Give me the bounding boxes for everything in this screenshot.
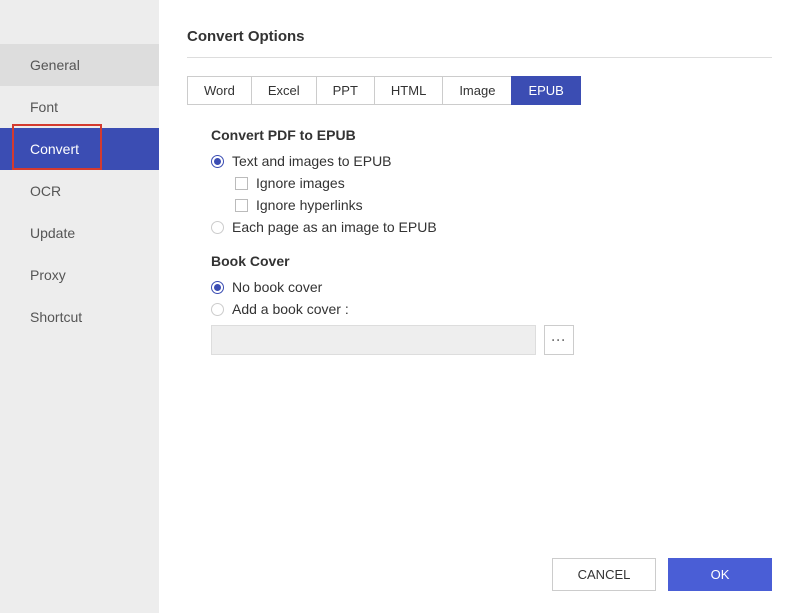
sidebar-item-shortcut[interactable]: Shortcut	[0, 296, 159, 338]
option-label: No book cover	[232, 279, 322, 295]
section-title-cover: Book Cover	[211, 253, 772, 269]
checkbox-icon[interactable]	[235, 199, 248, 212]
option-text-images[interactable]: Text and images to EPUB	[211, 153, 772, 169]
tab-excel[interactable]: Excel	[251, 76, 316, 105]
dialog-footer: CANCEL OK	[552, 558, 772, 591]
option-ignore-hyperlinks[interactable]: Ignore hyperlinks	[235, 197, 772, 213]
cover-path-input[interactable]	[211, 325, 536, 355]
option-label: Each page as an image to EPUB	[232, 219, 437, 235]
sidebar-item-label: Proxy	[30, 267, 66, 283]
checkbox-icon[interactable]	[235, 177, 248, 190]
page-title: Convert Options	[187, 28, 772, 45]
main-panel: Convert Options Word Excel PPT HTML Imag…	[159, 0, 800, 613]
cancel-button[interactable]: CANCEL	[552, 558, 656, 591]
sidebar-item-label: Shortcut	[30, 309, 82, 325]
browse-button[interactable]: ···	[544, 325, 574, 355]
option-label: Ignore hyperlinks	[256, 197, 363, 213]
sidebar-item-label: Update	[30, 225, 75, 241]
sidebar-item-label: Convert	[30, 141, 79, 157]
format-tabs: Word Excel PPT HTML Image EPUB	[187, 76, 772, 105]
tab-image[interactable]: Image	[442, 76, 511, 105]
sidebar-item-ocr[interactable]: OCR	[0, 170, 159, 212]
section-book-cover: Book Cover No book cover Add a book cove…	[211, 253, 772, 355]
radio-icon[interactable]	[211, 155, 224, 168]
section-title-convert: Convert PDF to EPUB	[211, 127, 772, 143]
ok-button[interactable]: OK	[668, 558, 772, 591]
sidebar-item-label: OCR	[30, 183, 61, 199]
tab-epub[interactable]: EPUB	[511, 76, 580, 105]
radio-icon[interactable]	[211, 221, 224, 234]
settings-sidebar: General Font Convert OCR Update Proxy Sh…	[0, 44, 159, 338]
tab-ppt[interactable]: PPT	[316, 76, 374, 105]
ellipsis-icon: ···	[552, 333, 567, 347]
option-label: Add a book cover :	[232, 301, 349, 317]
sidebar-item-update[interactable]: Update	[0, 212, 159, 254]
sidebar-item-font[interactable]: Font	[0, 86, 159, 128]
option-ignore-images[interactable]: Ignore images	[235, 175, 772, 191]
divider	[187, 57, 772, 58]
sidebar-item-general[interactable]: General	[0, 44, 159, 86]
sidebar-item-label: Font	[30, 99, 58, 115]
tab-html[interactable]: HTML	[374, 76, 442, 105]
sidebar-item-proxy[interactable]: Proxy	[0, 254, 159, 296]
sidebar-item-convert[interactable]: Convert	[0, 128, 159, 170]
option-add-cover[interactable]: Add a book cover :	[211, 301, 772, 317]
radio-icon[interactable]	[211, 281, 224, 294]
radio-icon[interactable]	[211, 303, 224, 316]
option-label: Text and images to EPUB	[232, 153, 392, 169]
tab-word[interactable]: Word	[187, 76, 251, 105]
sidebar-item-label: General	[30, 57, 80, 73]
option-each-page-image[interactable]: Each page as an image to EPUB	[211, 219, 772, 235]
option-label: Ignore images	[256, 175, 345, 191]
cover-path-row: ···	[211, 325, 772, 355]
option-no-cover[interactable]: No book cover	[211, 279, 772, 295]
section-convert-epub: Convert PDF to EPUB Text and images to E…	[211, 127, 772, 235]
